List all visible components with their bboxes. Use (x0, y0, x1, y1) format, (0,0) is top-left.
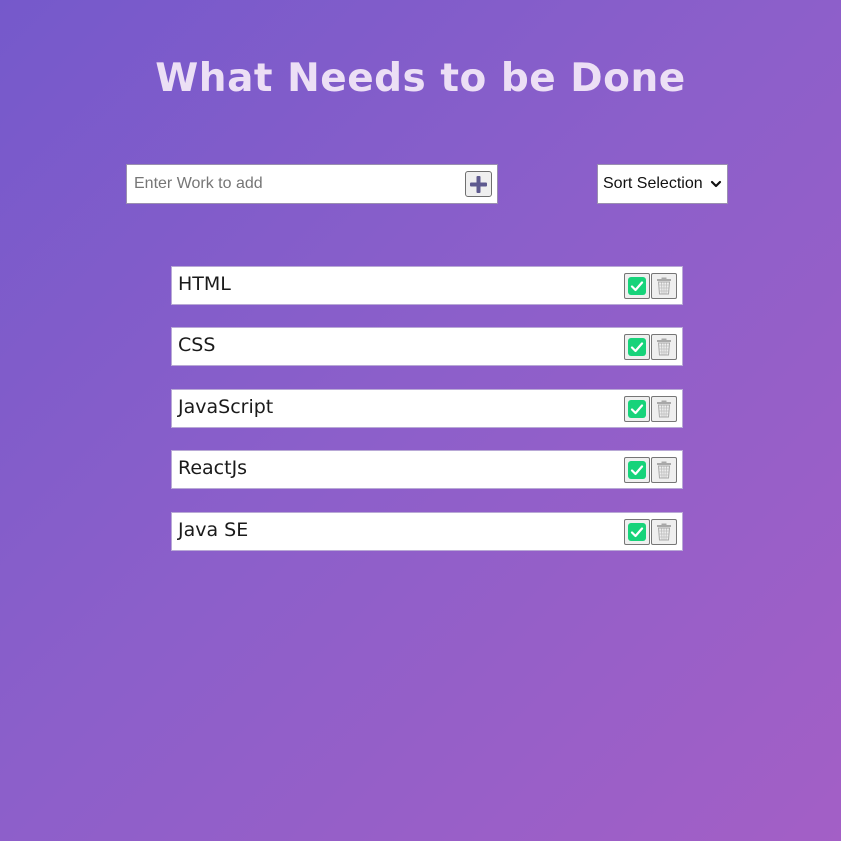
complete-button[interactable] (624, 396, 650, 422)
delete-button[interactable] (651, 396, 677, 422)
complete-button[interactable] (624, 334, 650, 360)
trash-icon (657, 400, 671, 418)
complete-button[interactable] (624, 273, 650, 299)
trash-icon (657, 523, 671, 541)
todo-item-text: HTML (178, 273, 231, 295)
chevron-down-icon (710, 180, 722, 188)
add-todo-form (126, 164, 498, 204)
todo-item: HTML (171, 266, 683, 305)
sort-selected-label: Sort Selection (603, 175, 703, 192)
sort-dropdown[interactable]: Sort Selection (597, 164, 728, 204)
delete-button[interactable] (651, 457, 677, 483)
delete-button[interactable] (651, 273, 677, 299)
todo-item-text: JavaScript (178, 396, 274, 418)
page-title: What Needs to be Done (155, 56, 686, 101)
delete-button[interactable] (651, 334, 677, 360)
check-icon (628, 338, 646, 356)
check-icon (628, 277, 646, 295)
todo-item-text: ReactJs (178, 457, 248, 479)
todo-item-text: Java SE (178, 519, 249, 541)
todo-item: ReactJs (171, 450, 683, 489)
todo-item: Java SE (171, 512, 683, 551)
check-icon (628, 400, 646, 418)
complete-button[interactable] (624, 519, 650, 545)
todo-item-text: CSS (178, 334, 216, 356)
todo-input[interactable] (127, 165, 457, 203)
check-icon (628, 461, 646, 479)
add-todo-button[interactable] (465, 171, 492, 197)
trash-icon (657, 461, 671, 479)
plus-icon (470, 175, 487, 193)
trash-icon (657, 338, 671, 356)
check-icon (628, 523, 646, 541)
todo-item: JavaScript (171, 389, 683, 428)
trash-icon (657, 277, 671, 295)
delete-button[interactable] (651, 519, 677, 545)
complete-button[interactable] (624, 457, 650, 483)
todo-item: CSS (171, 327, 683, 366)
